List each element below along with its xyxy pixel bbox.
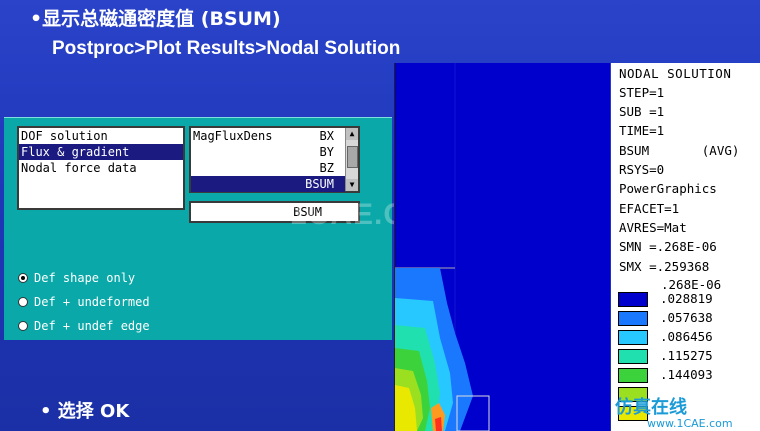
component-row-bsum[interactable]: BSUM bbox=[191, 176, 345, 192]
legend-level-value: .057638 bbox=[660, 310, 713, 325]
legend-line: BSUM (AVG) bbox=[619, 143, 740, 158]
legend-line: STEP=1 bbox=[619, 85, 665, 100]
legend-level-value: .115275 bbox=[660, 348, 713, 363]
scroll-down-arrow-icon[interactable]: ▼ bbox=[346, 179, 358, 191]
legend-line: EFACET=1 bbox=[619, 201, 680, 216]
legend-swatch bbox=[618, 311, 648, 326]
legend-level-value: .144093 bbox=[660, 367, 713, 382]
component-row-bz[interactable]: BZ bbox=[191, 160, 358, 176]
radio-def-undeformed[interactable]: Def + undeformed bbox=[18, 294, 150, 310]
radio-unselected-icon[interactable] bbox=[18, 321, 28, 331]
legend-line: SUB =1 bbox=[619, 104, 665, 119]
list-item-flux-gradient[interactable]: Flux & gradient bbox=[19, 144, 183, 160]
legend-swatch bbox=[618, 368, 648, 383]
component-label: BX bbox=[319, 129, 334, 143]
slide-heading: •显示总磁通密度值 (BSUM) bbox=[30, 8, 281, 30]
legend-line: PowerGraphics bbox=[619, 181, 717, 196]
radio-label: Def + undeformed bbox=[34, 295, 150, 309]
component-label: BY bbox=[319, 145, 334, 159]
legend-line: TIME=1 bbox=[619, 123, 665, 138]
component-row-by[interactable]: BY bbox=[191, 144, 358, 160]
contour-plot bbox=[394, 63, 610, 431]
scroll-up-arrow-icon[interactable]: ▲ bbox=[346, 128, 358, 140]
component-list[interactable]: MagFluxDens BX BY BZ BSUM ▲ ▼ bbox=[189, 126, 360, 193]
radio-selected-icon[interactable] bbox=[18, 273, 28, 283]
legend-title: NODAL SOLUTION bbox=[619, 66, 732, 81]
legend-line: SMN =.268E-06 bbox=[619, 239, 717, 254]
legend-panel: NODAL SOLUTION STEP=1 SUB =1 TIME=1 BSUM… bbox=[611, 63, 760, 431]
legend-level-value: .028819 bbox=[660, 291, 713, 306]
radio-def-shape-only[interactable]: Def shape only bbox=[18, 270, 135, 286]
legend-line: RSYS=0 bbox=[619, 162, 665, 177]
component-category: MagFluxDens bbox=[193, 129, 273, 143]
item-list[interactable]: DOF solution Flux & gradient Nodal force… bbox=[17, 126, 185, 210]
legend-swatch bbox=[618, 349, 648, 364]
contour-plot-graphic bbox=[395, 63, 610, 431]
component-scrollbar[interactable]: ▲ ▼ bbox=[345, 128, 358, 191]
scroll-thumb[interactable] bbox=[347, 146, 358, 168]
component-label: BZ bbox=[319, 161, 334, 175]
radio-label: Def shape only bbox=[34, 271, 136, 285]
contour-band-8 bbox=[435, 417, 442, 431]
radio-unselected-icon[interactable] bbox=[18, 297, 28, 307]
component-label: BSUM bbox=[305, 177, 334, 191]
radio-def-undef-edge[interactable]: Def + undef edge bbox=[18, 318, 150, 334]
legend-swatch bbox=[618, 292, 648, 307]
brand-name: 仿真在线 bbox=[615, 397, 687, 418]
component-row-bx[interactable]: MagFluxDens BX bbox=[191, 128, 358, 144]
instruction-text: • 选择 OK bbox=[40, 401, 130, 422]
list-item-nodal-force[interactable]: Nodal force data bbox=[19, 160, 183, 176]
legend-level-value: .086456 bbox=[660, 329, 713, 344]
legend-swatch bbox=[618, 330, 648, 345]
brand-url: www.1CAE.com bbox=[647, 417, 733, 430]
radio-label: Def + undef edge bbox=[34, 319, 150, 333]
list-item-dof-solution[interactable]: DOF solution bbox=[19, 128, 183, 144]
legend-line: AVRES=Mat bbox=[619, 220, 687, 235]
legend-line: SMX =.259368 bbox=[619, 259, 710, 274]
menu-path: Postproc>Plot Results>Nodal Solution bbox=[52, 38, 401, 59]
